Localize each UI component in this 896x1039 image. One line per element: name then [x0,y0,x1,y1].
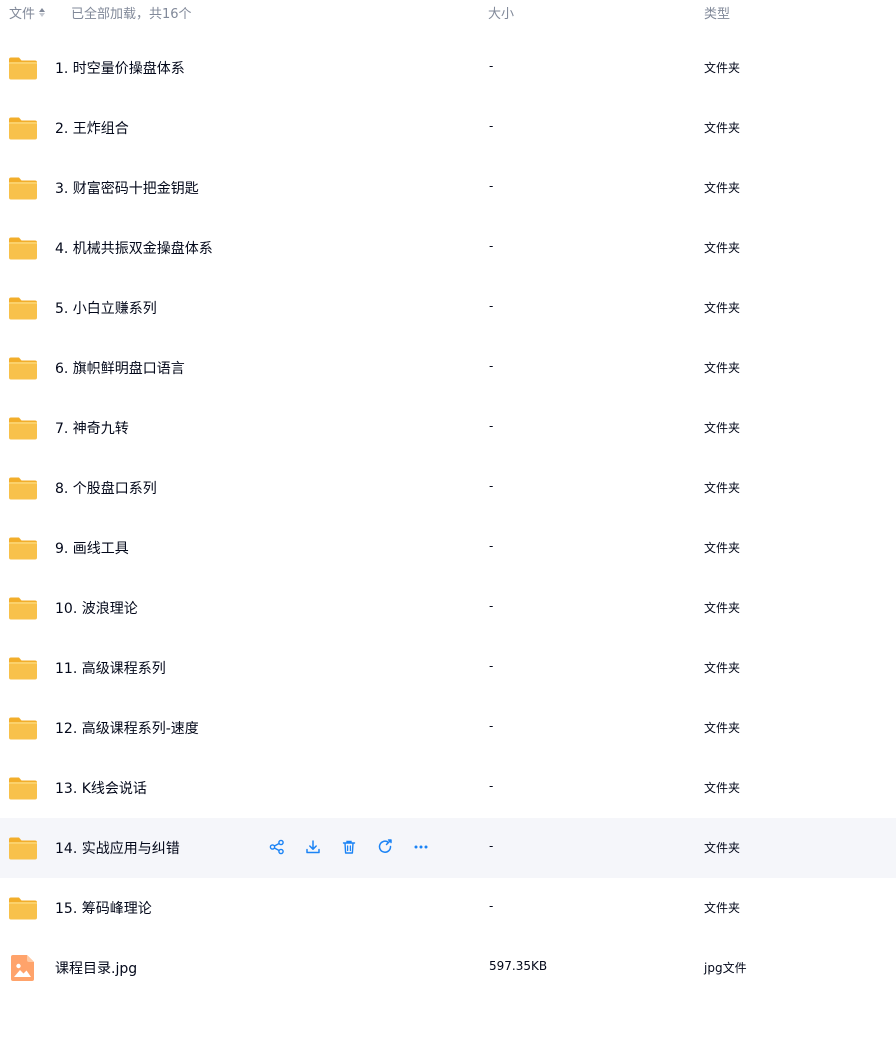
file-row[interactable]: 5. 小白立赚系列 - 文件夹 [0,278,896,338]
file-type: 文件夹 [704,841,741,855]
folder-icon [8,893,38,923]
folder-icon [8,413,38,443]
file-size: - [489,119,494,133]
file-row[interactable]: 1. 时空量价操盘体系 - 文件夹 [0,38,896,98]
folder-icon [8,353,38,383]
file-row[interactable]: 2. 王炸组合 - 文件夹 [0,98,896,158]
file-name-link[interactable]: 6. 旗帜鲜明盘口语言 [55,358,185,378]
file-name-link[interactable]: 14. 实战应用与纠错 [55,838,180,858]
file-row[interactable]: 13. K线会说话 - 文件夹 [0,758,896,818]
file-type: 文件夹 [704,361,741,375]
file-name-link[interactable]: 12. 高级课程系列-速度 [55,718,199,738]
file-name-link[interactable]: 1. 时空量价操盘体系 [55,58,185,78]
file-name-link[interactable]: 2. 王炸组合 [55,118,129,138]
folder-icon [8,833,38,863]
sort-arrows-icon [39,8,46,17]
file-size: - [489,299,494,313]
file-row[interactable]: 11. 高级课程系列 - 文件夹 [0,638,896,698]
file-name-link[interactable]: 8. 个股盘口系列 [55,478,157,498]
file-size: - [489,479,494,493]
file-type: 文件夹 [704,61,741,75]
file-size: - [489,779,494,793]
file-size: - [489,359,494,373]
name-column-label: 文件 [9,7,36,22]
file-name-link[interactable]: 7. 神奇九转 [55,418,129,438]
size-column-label: 大小 [488,7,515,22]
file-type: jpg文件 [704,961,747,975]
delete-icon[interactable] [340,838,358,856]
file-type: 文件夹 [704,241,741,255]
folder-icon [8,293,38,323]
file-name-link[interactable]: 3. 财富密码十把金钥匙 [55,178,199,198]
file-type: 文件夹 [704,181,741,195]
name-column-sort[interactable]: 文件 [9,3,46,22]
file-row[interactable]: 15. 筹码峰理论 - 文件夹 [0,878,896,938]
file-row[interactable]: 4. 机械共振双金操盘体系 - 文件夹 [0,218,896,278]
file-name-link[interactable]: 课程目录.jpg [55,958,137,978]
file-name-link[interactable]: 15. 筹码峰理论 [55,898,152,918]
file-size: - [489,599,494,613]
row-actions [268,838,430,856]
more-icon[interactable] [412,838,430,856]
folder-icon [8,653,38,683]
file-type: 文件夹 [704,601,741,615]
file-size: - [489,719,494,733]
file-type: 文件夹 [704,661,741,675]
file-type: 文件夹 [704,541,741,555]
file-size: - [489,539,494,553]
download-icon[interactable] [304,838,322,856]
folder-icon [8,773,38,803]
folder-icon [8,533,38,563]
folder-icon [8,113,38,143]
file-type: 文件夹 [704,121,741,135]
file-list-header: 文件 已全部加载，共16个 大小 类型 [0,0,896,24]
file-name-link[interactable]: 11. 高级课程系列 [55,658,166,678]
type-column-label: 类型 [704,7,731,22]
file-size: - [489,899,494,913]
file-row[interactable]: 3. 财富密码十把金钥匙 - 文件夹 [0,158,896,218]
file-name-link[interactable]: 9. 画线工具 [55,538,129,558]
file-list: 1. 时空量价操盘体系 - 文件夹 2. 王炸组合 - 文件夹 3. 财富密码十把金钥匙 - 文… [0,38,896,998]
share-icon[interactable] [268,838,286,856]
file-row[interactable]: 14. 实战应用与纠错 - 文件夹 [0,818,896,878]
folder-icon [8,713,38,743]
file-row[interactable]: 12. 高级课程系列-速度 - 文件夹 [0,698,896,758]
load-status: 已全部加载，共16个 [71,7,192,22]
folder-icon [8,593,38,623]
folder-icon [8,473,38,503]
file-type: 文件夹 [704,781,741,795]
file-size: - [489,839,494,853]
file-size: - [489,59,494,73]
file-size: - [489,239,494,253]
file-type: 文件夹 [704,481,741,495]
image-file-icon [8,953,38,983]
file-name-link[interactable]: 4. 机械共振双金操盘体系 [55,238,213,258]
file-row[interactable]: 9. 画线工具 - 文件夹 [0,518,896,578]
folder-icon [8,233,38,263]
file-row[interactable]: 7. 神奇九转 - 文件夹 [0,398,896,458]
file-row[interactable]: 10. 波浪理论 - 文件夹 [0,578,896,638]
file-type: 文件夹 [704,301,741,315]
folder-icon [8,53,38,83]
file-size: - [489,419,494,433]
folder-icon [8,173,38,203]
file-row[interactable]: 8. 个股盘口系列 - 文件夹 [0,458,896,518]
file-size: 597.35KB [489,959,548,973]
rename-icon[interactable] [376,838,394,856]
file-row[interactable]: 课程目录.jpg 597.35KB jpg文件 [0,938,896,998]
file-type: 文件夹 [704,421,741,435]
file-type: 文件夹 [704,721,741,735]
file-name-link[interactable]: 5. 小白立赚系列 [55,298,157,318]
file-row[interactable]: 6. 旗帜鲜明盘口语言 - 文件夹 [0,338,896,398]
file-size: - [489,179,494,193]
file-name-link[interactable]: 13. K线会说话 [55,778,147,798]
file-size: - [489,659,494,673]
file-type: 文件夹 [704,901,741,915]
file-name-link[interactable]: 10. 波浪理论 [55,598,138,618]
